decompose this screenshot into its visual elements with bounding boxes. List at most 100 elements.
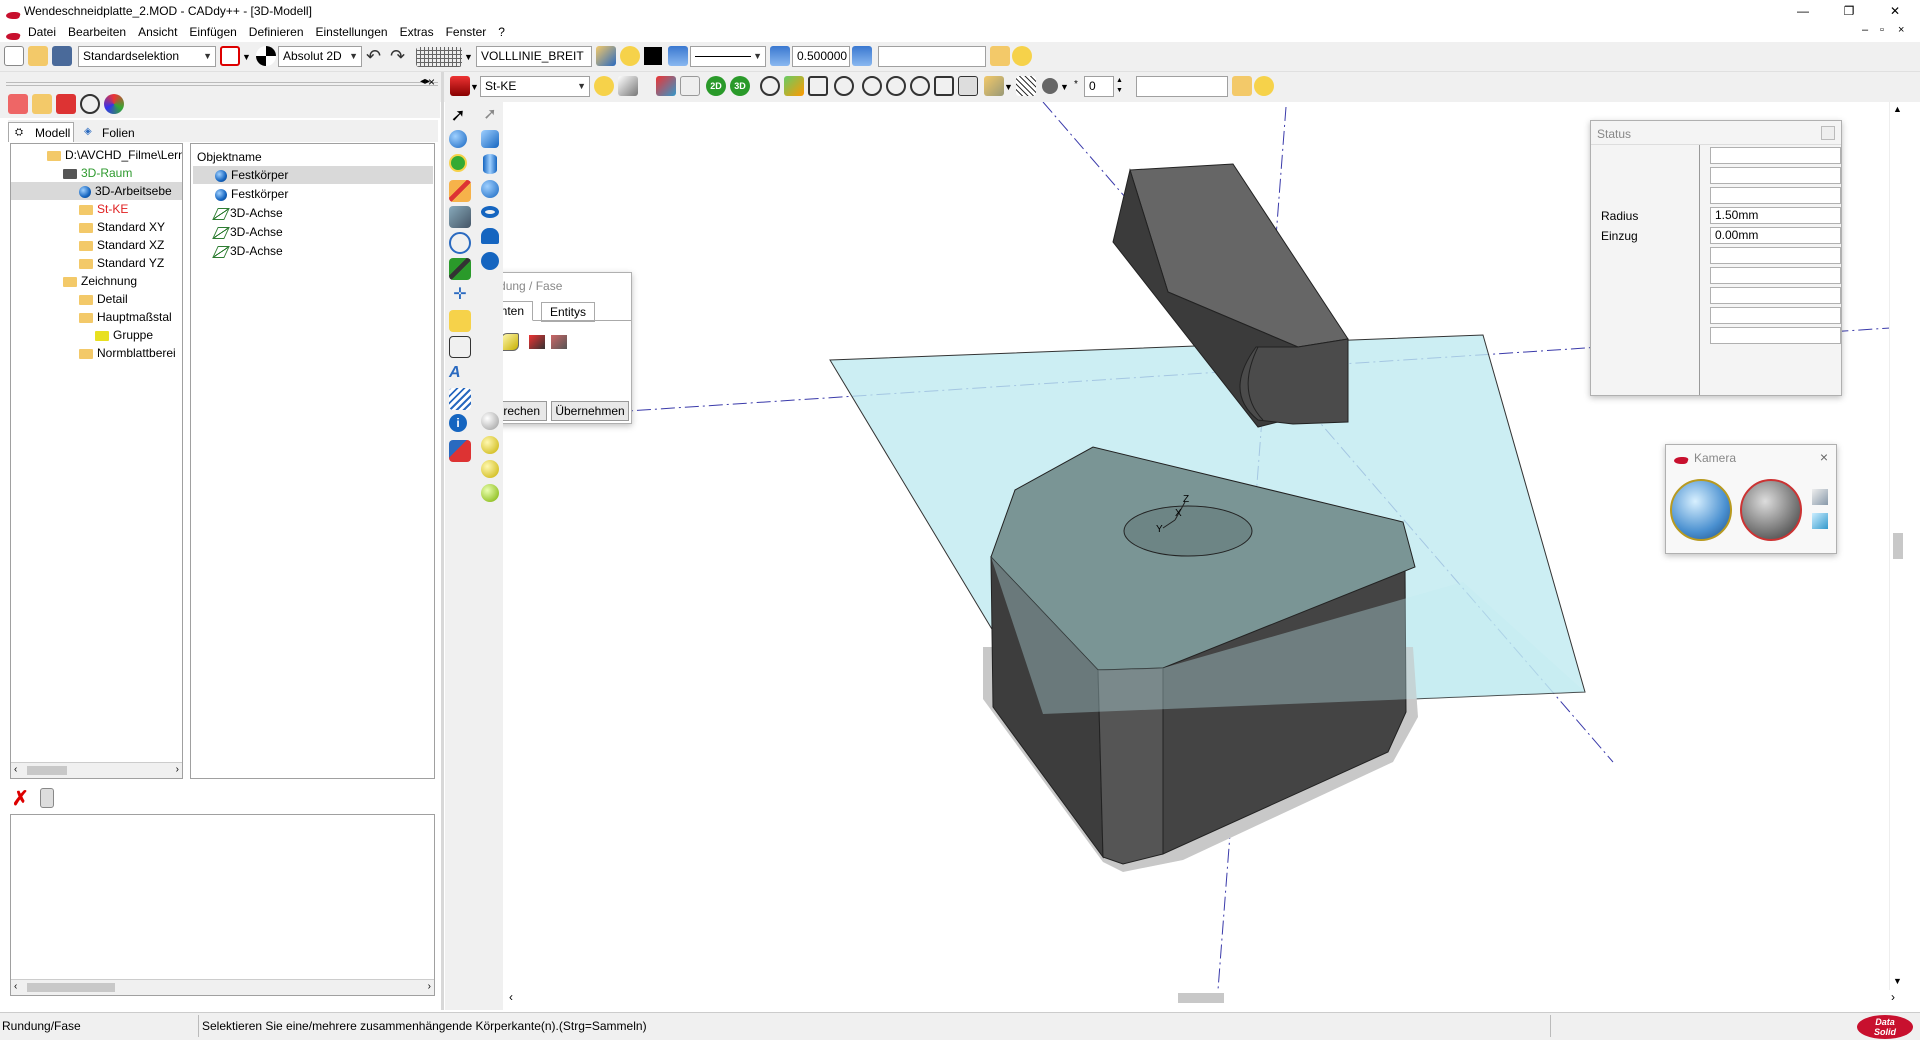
tab-entitys[interactable]: Entitys (541, 302, 596, 322)
folder-light-icon[interactable] (1232, 76, 1252, 96)
tree-item[interactable]: D:\AVCHD_Filme\Lern (11, 146, 182, 164)
layers-tree-icon[interactable] (32, 94, 52, 114)
viewport-hscrollbar[interactable]: ‹ › (503, 990, 1905, 1006)
object-list-item[interactable]: 3D-Achse (193, 204, 433, 222)
tree-item[interactable]: 3D-Raum (11, 164, 182, 182)
chevron-down-icon[interactable]: ▼ (1004, 82, 1013, 92)
mdi-restore-icon[interactable]: ▫ (1880, 24, 1884, 36)
zoom-extents-icon[interactable] (934, 76, 954, 96)
menu-einstellungen[interactable]: Einstellungen (310, 22, 394, 42)
bulb-light-icon[interactable] (1254, 76, 1274, 96)
transform-icon[interactable] (449, 232, 471, 254)
scroll-right-icon[interactable]: › (1891, 990, 1895, 1004)
status-row-value-field[interactable] (1710, 187, 1841, 204)
selection-mode-select[interactable]: Standardselektion ▼ (78, 46, 216, 67)
tab-modell[interactable]: ⛭ Modell (8, 122, 74, 142)
eraser-icon[interactable] (449, 440, 471, 462)
hscroll-thumb[interactable] (1178, 993, 1224, 1003)
tree-item[interactable]: Detail (11, 290, 182, 308)
camera-cube-blue-icon[interactable] (1812, 513, 1828, 529)
fillet-sphere-icon[interactable] (481, 412, 499, 430)
zoom-in-icon[interactable] (862, 76, 882, 96)
object-list-item[interactable]: Festkörper (193, 185, 433, 203)
scroll-up-icon[interactable]: ▲ (1893, 104, 1902, 114)
tab-kanten[interactable]: Kanten (503, 301, 534, 321)
menu-extras[interactable]: Extras (394, 22, 440, 42)
menu-ansicht[interactable]: Ansicht (132, 22, 183, 42)
shell-icon[interactable] (481, 436, 499, 454)
entity-e-icon[interactable] (680, 76, 700, 96)
model-tree-icon[interactable] (8, 94, 28, 114)
status-row-value-field[interactable] (1710, 327, 1841, 344)
minimize-button[interactable]: — (1780, 0, 1826, 22)
layer-icon[interactable] (668, 46, 688, 66)
info-icon[interactable]: i (449, 414, 467, 432)
chamfer-distance-icon[interactable] (551, 335, 567, 349)
pointer-2-icon[interactable]: ➚ (479, 104, 501, 126)
scroll-right-icon[interactable]: › (176, 764, 179, 775)
chevron-down-icon[interactable]: ▼ (464, 52, 473, 62)
chamfer-icon[interactable] (529, 335, 545, 349)
hatch-tool-icon[interactable] (449, 388, 471, 410)
zoom-out-icon[interactable] (886, 76, 906, 96)
tree-item[interactable]: St-KE (11, 200, 182, 218)
scroll-right-icon[interactable]: › (428, 981, 431, 992)
zoom-previous-icon[interactable] (958, 76, 978, 96)
edit-tool-icon[interactable] (656, 76, 676, 96)
cone-icon[interactable] (481, 228, 499, 244)
color-swatch-icon[interactable] (644, 47, 662, 65)
union-icon[interactable] (481, 460, 499, 478)
bulb-icon[interactable] (620, 46, 640, 66)
cancel-button[interactable]: Abbrechen (503, 401, 547, 421)
zoom-all-icon[interactable] (910, 76, 930, 96)
tree-item[interactable]: Standard XY (11, 218, 182, 236)
fillet-tangent-icon[interactable] (503, 333, 519, 351)
solid-icon[interactable] (449, 130, 467, 148)
tab-folien[interactable]: ◈ Folien (80, 124, 144, 142)
rotate-view-icon[interactable] (760, 76, 780, 96)
tree-item[interactable]: Normblattberei (11, 344, 182, 362)
zoom-window-icon[interactable] (808, 76, 828, 96)
tree-item[interactable]: Standard XZ (11, 236, 182, 254)
folder-layer-icon[interactable] (990, 46, 1010, 66)
status-row-value-field[interactable]: 1.50mm (1710, 207, 1841, 224)
viewport-vscrollbar[interactable]: ▲ ▼ (1889, 102, 1905, 990)
save-icon[interactable] (52, 46, 72, 66)
pencil-icon[interactable] (449, 180, 471, 202)
sphere-icon[interactable] (481, 180, 499, 198)
scroll-left-icon[interactable]: ‹ (14, 764, 17, 775)
tool-side-face[interactable] (1129, 163, 1349, 348)
angle-field[interactable]: 0 (1084, 76, 1114, 97)
undo-icon[interactable]: ↶ (366, 46, 381, 67)
intersect-icon[interactable] (481, 484, 499, 502)
toolbar1-text-field[interactable] (878, 46, 986, 67)
tree-item[interactable]: 3D-Arbeitsebe (11, 182, 182, 200)
status-row-value-field[interactable] (1710, 167, 1841, 184)
panel-close-icon[interactable]: × (428, 75, 435, 89)
status-row-value-field[interactable] (1710, 307, 1841, 324)
chevron-down-icon[interactable]: ▼ (242, 52, 251, 62)
cylinder-icon[interactable] (483, 154, 497, 174)
camera-tilt-globe-icon[interactable] (1740, 479, 1802, 541)
material-select[interactable]: St-KE ▼ (480, 76, 590, 97)
select-tool-icon[interactable] (449, 310, 471, 332)
viewport-3d[interactable]: Z X Y Rundung / Fase Kanten Entitys Abbr… (503, 102, 1905, 990)
line-style-field[interactable]: VOLLLINIE_BREIT (476, 46, 592, 67)
width-layer-icon[interactable] (770, 46, 790, 66)
view-3d-icon[interactable]: 3D (730, 76, 750, 96)
status-row-value-field[interactable]: 0.00mm (1710, 227, 1841, 244)
new-file-icon[interactable] (4, 46, 24, 66)
layer-style-icon[interactable] (596, 46, 616, 66)
menu-datei[interactable]: Datei (22, 22, 62, 42)
delete-icon[interactable]: ✗ (12, 786, 29, 811)
apply-button[interactable]: Übernehmen (551, 401, 629, 421)
measure-icon[interactable] (449, 336, 471, 358)
shade-icon[interactable] (1042, 78, 1058, 94)
menu-definieren[interactable]: Definieren (243, 22, 310, 42)
snap-point-icon[interactable]: ✛ (449, 284, 471, 306)
grid-icon[interactable] (416, 47, 462, 67)
status-row-value-field[interactable] (1710, 147, 1841, 164)
status-row-value-field[interactable] (1710, 287, 1841, 304)
menu-help[interactable]: ? (492, 22, 511, 42)
scroll-thumb[interactable] (27, 766, 67, 775)
